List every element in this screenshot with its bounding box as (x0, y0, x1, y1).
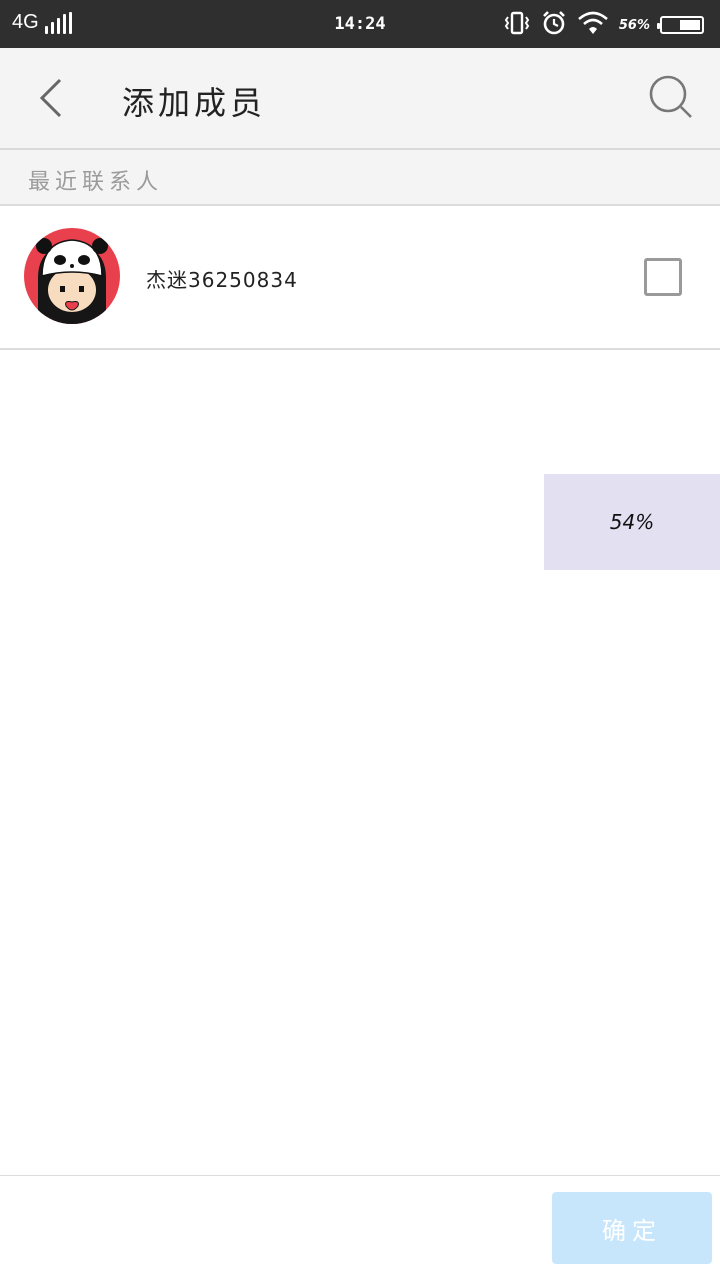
page-title: 添加成员 (122, 84, 267, 122)
wifi-icon (577, 10, 609, 40)
chevron-left-icon (39, 78, 62, 118)
alarm-icon (541, 10, 567, 40)
progress-overlay: 54% (544, 474, 720, 570)
battery-icon (657, 16, 704, 34)
search-button[interactable] (648, 74, 696, 122)
contact-list-item[interactable]: 杰迷36250834 (0, 206, 720, 350)
battery-percent: 56% (618, 17, 650, 33)
status-bar: 4G 14:24 56% (0, 0, 720, 48)
back-button[interactable] (30, 76, 74, 120)
search-icon (649, 75, 692, 118)
battery-level-fill (680, 20, 700, 30)
confirm-button[interactable]: 确定 (552, 1192, 712, 1264)
contact-name: 杰迷36250834 (146, 268, 298, 292)
section-header-recent: 最近联系人 (0, 150, 720, 206)
title-bar: 添加成员 (0, 48, 720, 150)
bottom-bar: 确定 (0, 1175, 720, 1281)
avatar (24, 228, 120, 324)
status-bar-right: 56% (503, 10, 704, 40)
contact-checkbox[interactable] (644, 258, 682, 296)
section-title: 最近联系人 (28, 170, 164, 195)
vibrate-icon (503, 10, 531, 40)
progress-percent-text: 54% (609, 510, 655, 534)
